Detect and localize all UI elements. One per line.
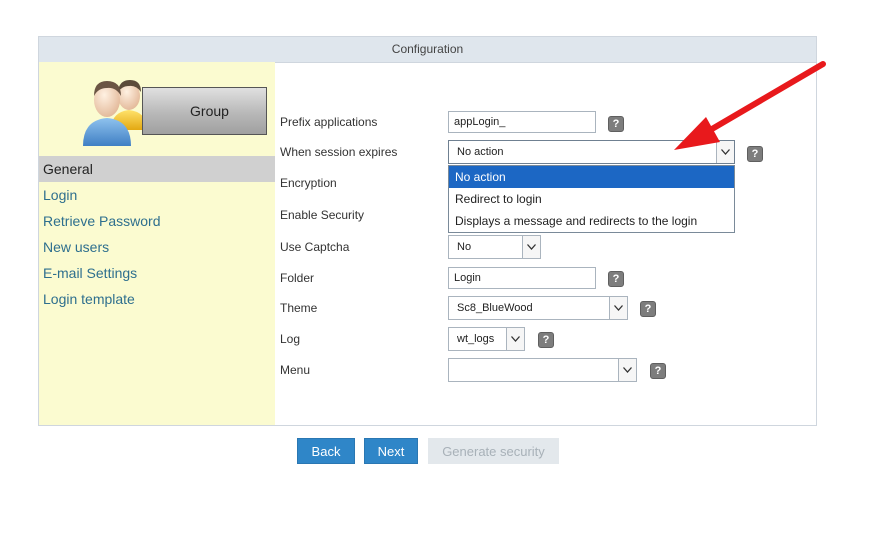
sidebar-item-retrieve-password[interactable]: Retrieve Password — [39, 208, 275, 234]
menu-label: Menu — [280, 363, 311, 377]
prefix-input[interactable]: appLogin_ — [448, 111, 596, 133]
generate-security-button[interactable]: Generate security — [428, 438, 559, 464]
session-label: When session expires — [280, 145, 398, 159]
panel-title: Configuration — [39, 37, 816, 63]
log-select[interactable]: wt_logs — [448, 327, 525, 351]
menu-select[interactable] — [448, 358, 637, 382]
help-icon[interactable]: ? — [650, 363, 666, 379]
encryption-label: Encryption — [280, 176, 337, 190]
help-icon[interactable]: ? — [608, 271, 624, 287]
log-select-value: wt_logs — [457, 333, 495, 345]
sidebar-item-new-users[interactable]: New users — [39, 234, 275, 260]
session-dropdown-list: No action Redirect to login Displays a m… — [448, 165, 735, 233]
log-label: Log — [280, 332, 301, 346]
help-icon[interactable]: ? — [747, 146, 763, 162]
theme-label: Theme — [280, 301, 318, 315]
sidebar-item-login-template[interactable]: Login template — [39, 286, 275, 312]
theme-select-value: Sc8_BlueWood — [457, 302, 533, 314]
sidebar-item-email-settings[interactable]: E-mail Settings — [39, 260, 275, 286]
captcha-select[interactable]: No — [448, 235, 541, 259]
help-icon[interactable]: ? — [608, 116, 624, 132]
dropdown-option-message-redirect[interactable]: Displays a message and redirects to the … — [449, 210, 734, 232]
chevron-down-icon[interactable] — [716, 141, 734, 163]
dropdown-option-no-action[interactable]: No action — [449, 166, 734, 188]
prefix-label: Prefix applications — [280, 115, 378, 129]
sidebar: Group General Login Retrieve Password Ne… — [39, 62, 275, 425]
back-button[interactable]: Back — [297, 438, 355, 464]
theme-select[interactable]: Sc8_BlueWood — [448, 296, 628, 320]
sidebar-item-general[interactable]: General — [39, 156, 275, 182]
next-button[interactable]: Next — [364, 438, 418, 464]
help-icon[interactable]: ? — [538, 332, 554, 348]
chevron-down-icon[interactable] — [506, 328, 524, 350]
enable-security-label: Enable Security — [280, 208, 365, 222]
chevron-down-icon[interactable] — [522, 236, 540, 258]
chevron-down-icon[interactable] — [618, 359, 636, 381]
dropdown-option-redirect[interactable]: Redirect to login — [449, 188, 734, 210]
help-icon[interactable]: ? — [640, 301, 656, 317]
session-select-value: No action — [457, 146, 504, 158]
users-group-icon — [83, 80, 147, 146]
captcha-label: Use Captcha — [280, 240, 350, 254]
session-select[interactable]: No action — [448, 140, 735, 164]
sidebar-nav: General Login Retrieve Password New user… — [39, 156, 275, 312]
chevron-down-icon[interactable] — [609, 297, 627, 319]
group-title-box: Group — [142, 87, 267, 135]
folder-label: Folder — [280, 271, 315, 285]
folder-input[interactable]: Login — [448, 267, 596, 289]
sidebar-item-login[interactable]: Login — [39, 182, 275, 208]
captcha-select-value: No — [457, 241, 472, 253]
